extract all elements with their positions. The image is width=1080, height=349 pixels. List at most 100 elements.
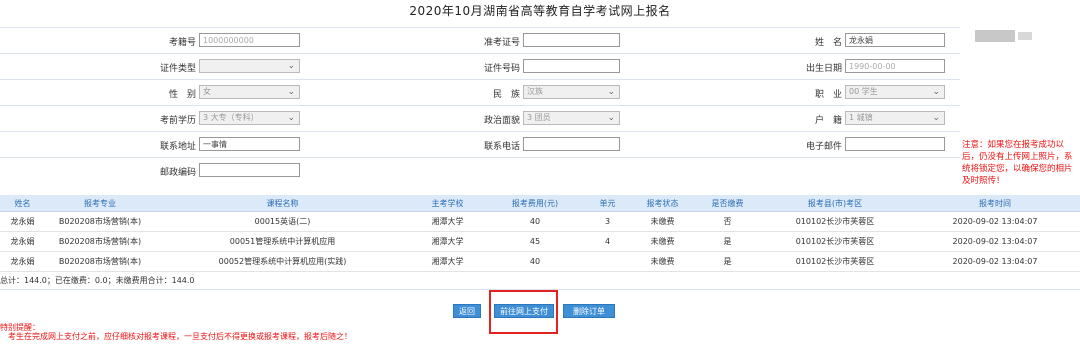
form-row-5: 联系地址 一事情 联系电话 电子邮件 (0, 132, 960, 158)
birth-label: 出生日期 (805, 64, 842, 74)
col-unit: 单元 (585, 195, 630, 212)
photo-upload-note: 注意：如果您在报考成功以后，仍没有上传网上照片，系统将锁定您，以确保您的相片及时… (962, 140, 1073, 186)
kaosheng-label: 考籍号 (168, 38, 196, 48)
cell-fee: 45 (485, 231, 585, 252)
table-row: 龙永娟 B020208市场营销(本) 00015英语(二) 湘潭大学 40 3 … (0, 211, 1080, 232)
cell-paid: 是 (695, 251, 760, 272)
photo-thumbnail (975, 30, 1015, 42)
chevron-down-icon: ⌄ (607, 87, 615, 97)
cell-course: 00015英语(二) (155, 211, 410, 232)
warning-text: 考生在完成网上支付之前，应仔细核对报考课程，一旦支付后不得更换或报考课程，报考后… (8, 332, 352, 341)
zhunkao-input[interactable] (523, 33, 620, 47)
cell-status: 未缴费 (630, 251, 695, 272)
nation-select[interactable]: 汉族 ⌄ (523, 85, 620, 99)
col-name: 姓名 (0, 195, 45, 212)
page-title: 2020年10月湖南省高等教育自学考试网上报名 (409, 4, 671, 18)
photo-thumbnail-extra (1018, 32, 1032, 40)
cell-area: 010102长沙市芙蓉区 (760, 231, 910, 252)
cell-school: 湘潭大学 (410, 231, 485, 252)
hukou-select[interactable]: 1 城镇 ⌄ (845, 111, 945, 125)
cell-school: 湘潭大学 (410, 211, 485, 232)
cell-unit (585, 251, 630, 272)
contact-label: 联系地址 (159, 142, 196, 152)
job-value: 00 学生 (849, 87, 878, 96)
zhunkao-label: 准考证号 (483, 38, 520, 48)
chevron-down-icon: ⌄ (287, 87, 295, 97)
cell-name: 龙永娟 (0, 231, 45, 252)
job-select[interactable]: 00 学生 ⌄ (845, 85, 945, 99)
registration-form: 考籍号 1000000000 准考证号 姓 名 龙永娟 证件类型 ⌄ 证件号码 … (0, 27, 960, 183)
doctype-select[interactable]: ⌄ (199, 59, 300, 73)
cell-time: 2020-09-02 13:04:07 (910, 231, 1080, 252)
politics-select[interactable]: 3 团员 ⌄ (523, 111, 620, 125)
cell-name: 龙永娟 (0, 251, 45, 272)
delete-order-button[interactable]: 删除订单 (563, 304, 615, 318)
gender-select[interactable]: 女 ⌄ (199, 85, 300, 99)
nation-value: 汉族 (527, 87, 543, 96)
politics-value: 3 团员 (527, 113, 551, 122)
phone-input[interactable] (523, 137, 620, 151)
contact-input[interactable]: 一事情 (199, 137, 300, 151)
cell-time: 2020-09-02 13:04:07 (910, 211, 1080, 232)
kaosheng-input[interactable]: 1000000000 (199, 33, 300, 47)
cell-fee: 40 (485, 211, 585, 232)
cell-major: B020208市场营销(本) (45, 231, 155, 252)
col-paid: 是否缴费 (695, 195, 760, 212)
cell-status: 未缴费 (630, 231, 695, 252)
chevron-down-icon: ⌄ (287, 113, 295, 123)
chevron-down-icon: ⌄ (287, 61, 295, 71)
cell-fee: 40 (485, 251, 585, 272)
cell-paid: 是 (695, 231, 760, 252)
form-row-1: 考籍号 1000000000 准考证号 姓 名 龙永娟 (0, 28, 960, 54)
col-status: 报考状态 (630, 195, 695, 212)
col-fee: 报考费用(元) (485, 195, 585, 212)
table-row: 龙永娟 B020208市场营销(本) 00051管理系统中计算机应用 湘潭大学 … (0, 231, 1080, 252)
cell-paid: 否 (695, 211, 760, 232)
postcode-input[interactable] (199, 163, 300, 177)
docno-label: 证件号码 (483, 64, 520, 74)
cell-unit: 4 (585, 231, 630, 252)
job-label: 职 业 (814, 90, 842, 100)
form-row-2: 证件类型 ⌄ 证件号码 出生日期 1990-00-00 (0, 54, 960, 80)
cell-status: 未缴费 (630, 211, 695, 232)
postcode-label: 邮政编码 (159, 168, 196, 178)
cell-course: 00052管理系统中计算机应用(实践) (155, 251, 410, 272)
col-area: 报考县(市)考区 (760, 195, 910, 212)
cell-school: 湘潭大学 (410, 251, 485, 272)
form-row-6: 邮政编码 (0, 158, 960, 183)
registration-table: 姓名 报考专业 课程名称 主考学校 报考费用(元) 单元 报考状态 是否缴费 报… (0, 195, 1080, 272)
politics-label: 政治面貌 (483, 116, 520, 126)
exammode-label: 考前学历 (159, 116, 196, 126)
gender-value: 女 (203, 87, 211, 96)
cell-major: B020208市场营销(本) (45, 251, 155, 272)
cell-major: B020208市场营销(本) (45, 211, 155, 232)
nation-label: 民 族 (492, 90, 520, 100)
name-label: 姓 名 (814, 38, 842, 48)
chevron-down-icon: ⌄ (932, 87, 940, 97)
table-row: 龙永娟 B020208市场营销(本) 00052管理系统中计算机应用(实践) 湘… (0, 251, 1080, 272)
cell-area: 010102长沙市芙蓉区 (760, 251, 910, 272)
exammode-select[interactable]: 3 大专（专科） ⌄ (199, 111, 300, 125)
cell-name: 龙永娟 (0, 211, 45, 232)
exammode-value: 3 大专（专科） (203, 113, 259, 122)
email-label: 电子邮件 (805, 142, 842, 152)
form-row-3: 性 别 女 ⌄ 民 族 汉族 ⌄ 职 业 00 学生 ⌄ (0, 80, 960, 106)
cell-area: 010102长沙市芙蓉区 (760, 211, 910, 232)
name-input[interactable]: 龙永娟 (845, 33, 945, 47)
gender-label: 性 别 (168, 90, 196, 100)
hukou-label: 户 籍 (814, 116, 842, 126)
col-time: 报考时间 (910, 195, 1080, 212)
fee-summary: 总计：144.0；已在缴费：0.0；未缴费用合计：144.0 (0, 276, 195, 285)
cell-course: 00051管理系统中计算机应用 (155, 231, 410, 252)
doctype-label: 证件类型 (159, 64, 196, 74)
highlight-box (489, 290, 558, 334)
docno-input[interactable] (523, 59, 620, 73)
chevron-down-icon: ⌄ (932, 113, 940, 123)
col-major: 报考专业 (45, 195, 155, 212)
back-button[interactable]: 返回 (453, 304, 481, 318)
form-row-4: 考前学历 3 大专（专科） ⌄ 政治面貌 3 团员 ⌄ 户 籍 1 城镇 ⌄ (0, 106, 960, 132)
chevron-down-icon: ⌄ (607, 113, 615, 123)
email-input[interactable] (845, 137, 945, 151)
hukou-value: 1 城镇 (849, 113, 873, 122)
birth-input[interactable]: 1990-00-00 (845, 59, 945, 73)
